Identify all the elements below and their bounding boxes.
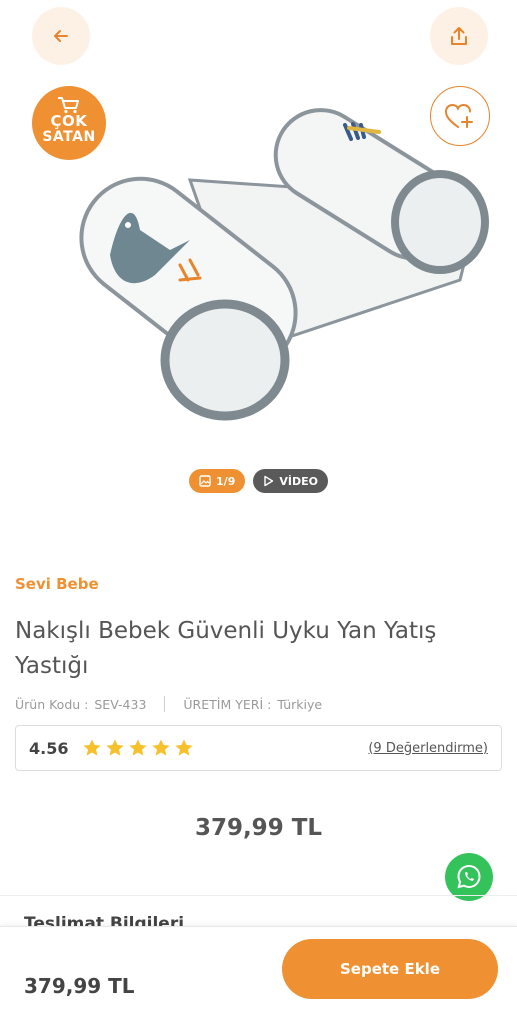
star-rating [82, 738, 194, 758]
add-to-cart-button[interactable]: Sepete Ekle [282, 939, 498, 999]
arrow-left-icon [54, 30, 68, 42]
star-icon [152, 739, 171, 756]
product-title: Nakışlı Bebek Güvenli Uyku Yan Yatış Yas… [15, 618, 437, 679]
star-icon [106, 739, 125, 756]
bottom-action-bar: 379,99 TL Sepete Ekle [0, 926, 517, 1024]
star-icon [83, 739, 102, 756]
star-icon [129, 739, 148, 756]
product-gallery[interactable]: ÇOK SATAN 1/9 VİDEO [0, 0, 517, 520]
brand-link[interactable]: Sevi Bebe [15, 575, 99, 593]
whatsapp-icon [457, 864, 481, 889]
product-image [79, 108, 489, 421]
share-icon [451, 27, 467, 45]
bestseller-badge: ÇOK SATAN [32, 86, 106, 160]
delivery-info-heading[interactable]: Teslimat Bilgileri [24, 914, 184, 926]
section-divider [0, 895, 517, 896]
rating-summary[interactable]: 4.56 (9 Değerlendirme) [15, 725, 502, 771]
play-icon [264, 475, 274, 487]
reviews-link[interactable]: (9 Değerlendirme) [368, 741, 488, 756]
rating-value: 4.56 [29, 738, 69, 758]
product-price: 379,99 TL [194, 815, 323, 841]
video-pill[interactable]: VİDEO [253, 469, 328, 493]
star-icon [175, 739, 194, 756]
origin-value: Türkiye [277, 696, 323, 712]
badge-line-1: ÇOK [50, 111, 88, 130]
product-code-value: SEV-433 [94, 696, 147, 712]
meta-divider [164, 696, 166, 712]
gallery-indicators: 1/9 VİDEO [0, 469, 517, 493]
origin-label: ÜRETİM YERİ : [183, 696, 272, 712]
badge-line-2: SATAN [42, 128, 96, 145]
photo-counter: 1/9 [216, 474, 236, 488]
product-code-label: Ürün Kodu : [15, 696, 89, 712]
image-icon [199, 475, 211, 487]
photo-counter-pill[interactable]: 1/9 [189, 469, 246, 493]
bottom-price: 379,99 TL [24, 974, 135, 998]
product-meta: Ürün Kodu : SEV-433 ÜRETİM YERİ : Türkiy… [15, 696, 322, 712]
video-label: VİDEO [279, 474, 318, 488]
whatsapp-button[interactable] [445, 853, 493, 901]
